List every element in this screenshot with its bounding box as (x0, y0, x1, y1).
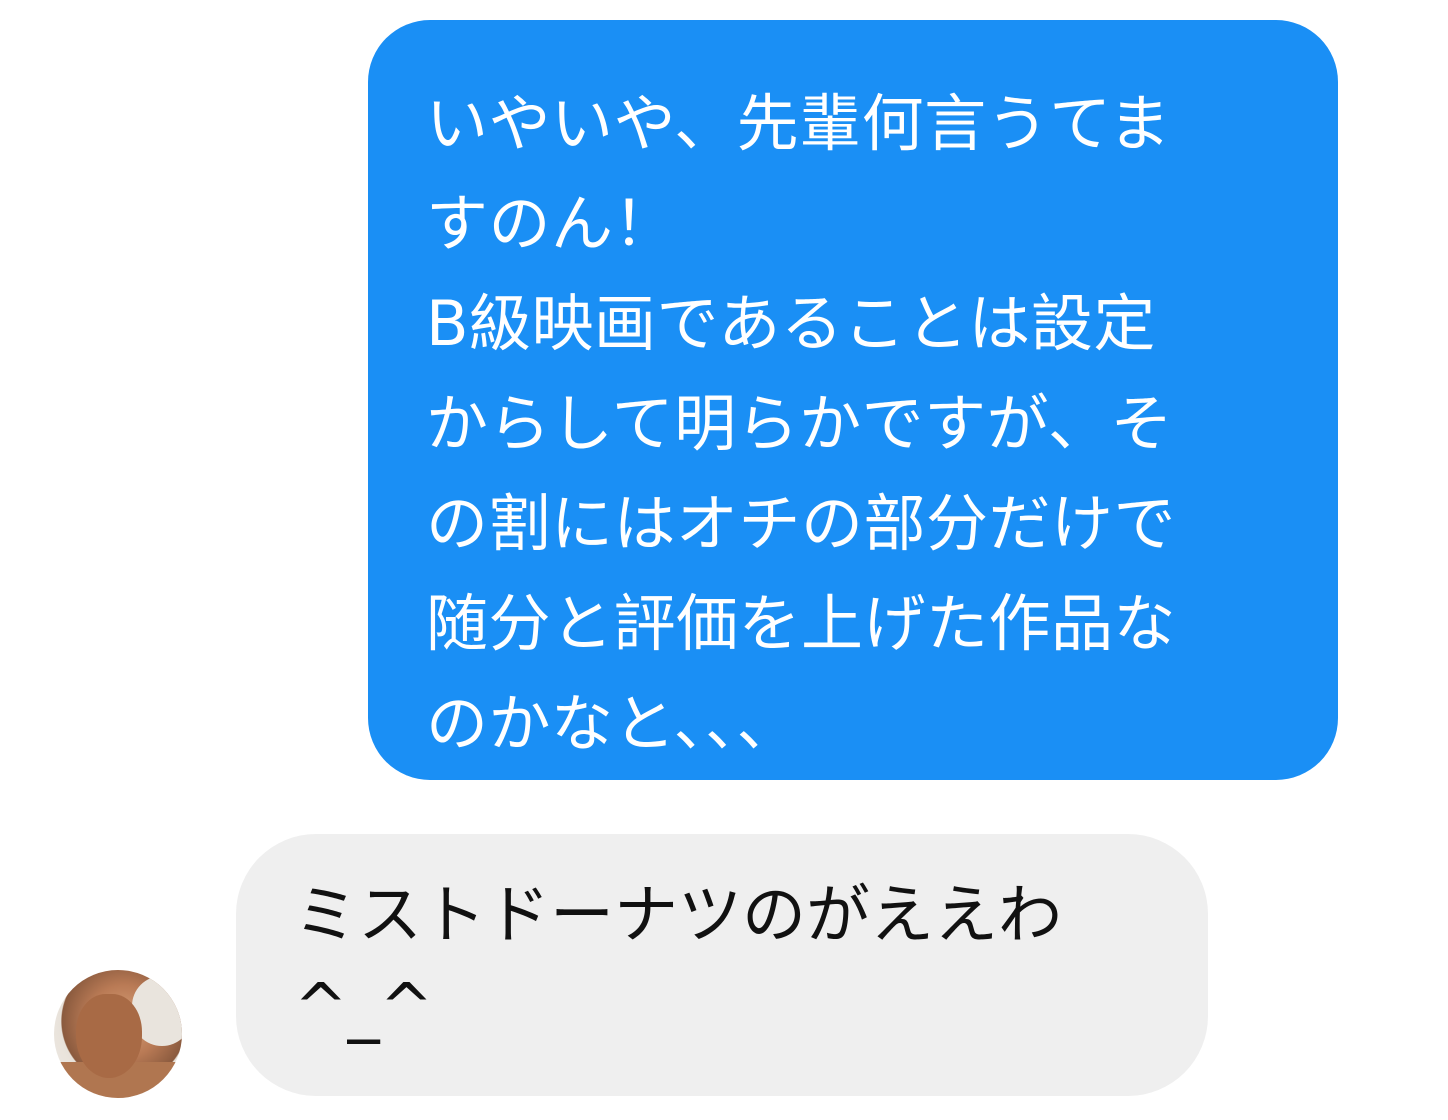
outgoing-message-line: からして明らかですが、そ (426, 387, 1173, 460)
sender-avatar[interactable] (54, 970, 182, 1098)
outgoing-message-line: いやいや、先輩何言うてま (426, 87, 1172, 160)
incoming-message-bubble[interactable]: ミストドーナツのがええわ ^_^ (236, 834, 1208, 1096)
outgoing-message-line: の割にはオチの部分だけで (426, 487, 1177, 560)
incoming-message-line: ミストドーナツのがええわ (294, 879, 1062, 953)
outgoing-message-bubble[interactable]: いやいや、先輩何言うてま すのん！ B級映画であることは設定 からして明らかです… (368, 20, 1338, 780)
outgoing-message-line: B級映画であることは設定 (426, 287, 1156, 360)
incoming-message-line: ^_^ (294, 971, 434, 1045)
outgoing-message-line: のかなと、、、 (426, 687, 800, 760)
message-thread: いやいや、先輩何言うてま すのん！ B級映画であることは設定 からして明らかです… (0, 0, 1448, 1120)
avatar-photo-face (76, 994, 142, 1078)
outgoing-message-line: 随分と評価を上げた作品な (426, 587, 1177, 660)
outgoing-message-line: すのん！ (426, 187, 677, 260)
